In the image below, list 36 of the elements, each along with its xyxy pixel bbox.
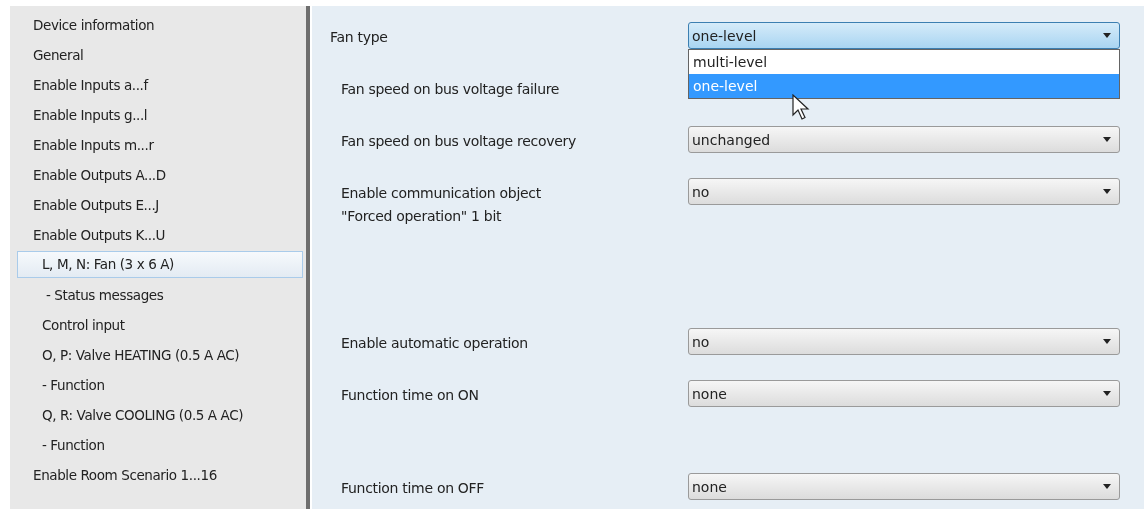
dropdown[interactable]: no: [688, 178, 1120, 205]
caret-icon: [1103, 137, 1111, 142]
sidebar-item[interactable]: O, P: Valve HEATING (0.5 A AC): [10, 340, 303, 370]
sidebar-item[interactable]: Enable Inputs g...l: [10, 100, 303, 130]
caret-icon: [1103, 339, 1111, 344]
caret-icon: [1103, 484, 1111, 489]
sidebar-item[interactable]: Enable Outputs K...U: [10, 220, 303, 250]
sidebar-item[interactable]: Enable Inputs a...f: [10, 70, 303, 100]
sidebar-item[interactable]: Q, R: Valve COOLING (0.5 A AC): [10, 400, 303, 430]
sidebar-item[interactable]: Enable Room Scenario 1...16: [10, 460, 303, 490]
parameter-label: Function time on ON: [340, 386, 480, 405]
dropdown-option[interactable]: multi-level: [689, 50, 1119, 74]
sidebar-item[interactable]: Enable Inputs m...r: [10, 130, 303, 160]
sidebar-item[interactable]: Enable Outputs A...D: [10, 160, 303, 190]
sidebar-item[interactable]: Device information: [10, 10, 303, 40]
parameter-label: Fan speed on bus voltage recovery: [340, 132, 577, 151]
sidebar-item[interactable]: Control input: [10, 310, 303, 340]
sidebar-item[interactable]: General: [10, 40, 303, 70]
sidebar-item[interactable]: L, M, N: Fan (3 x 6 A): [17, 251, 303, 278]
sidebar-item[interactable]: - Status messages: [10, 280, 303, 310]
dropdown[interactable]: unchanged: [688, 126, 1120, 153]
dropdown[interactable]: one-level: [688, 22, 1120, 49]
parameter-label: Fan type: [330, 28, 389, 47]
parameter-label: Fan speed on bus voltage failure: [340, 80, 561, 99]
sidebar-item[interactable]: - Function: [10, 430, 303, 460]
sidebar-item[interactable]: Enable Outputs E...J: [10, 190, 303, 220]
parameter-label: Enable automatic operation: [340, 334, 529, 353]
sidebar-item[interactable]: - Function: [10, 370, 303, 400]
parameter-label: Function time on OFF: [340, 479, 486, 498]
caret-icon: [1103, 391, 1111, 396]
dropdown[interactable]: none: [688, 473, 1120, 500]
caret-icon: [1103, 189, 1111, 194]
parameter-label: Enable communication object "Forced operation" 1 bit: [340, 184, 542, 226]
dropdown[interactable]: none: [688, 380, 1120, 407]
dropdown[interactable]: no: [688, 328, 1120, 355]
caret-icon: [1103, 33, 1111, 38]
